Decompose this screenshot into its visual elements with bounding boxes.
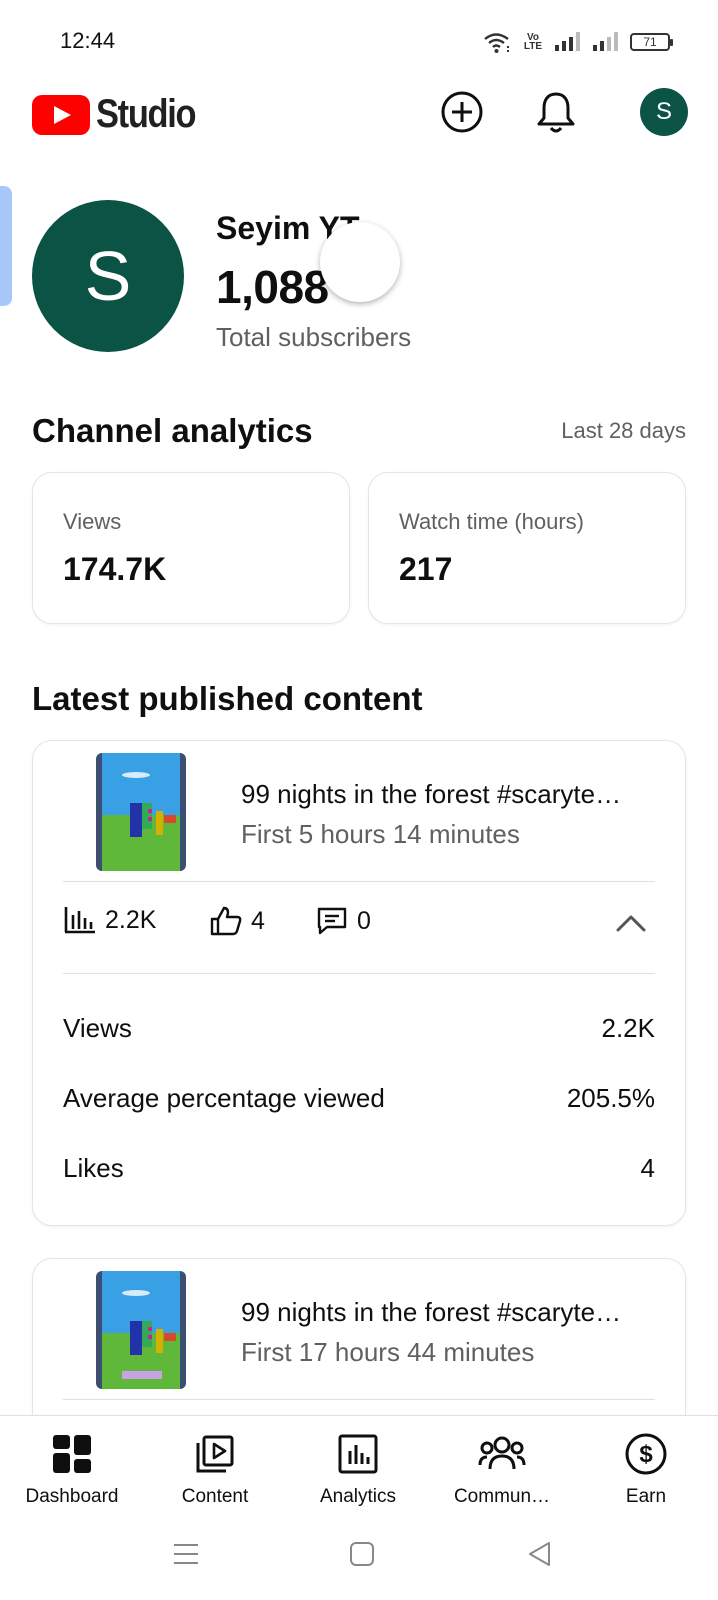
subscriber-count: 1,088 <box>216 261 329 313</box>
detail-value: 205.5% <box>566 1083 655 1113</box>
battery-indicator: 71 <box>630 33 673 51</box>
subscriber-label: Total subscribers <box>216 322 412 352</box>
video-thumbnail[interactable] <box>96 753 186 871</box>
stat-value: 174.7K <box>63 551 167 587</box>
detail-row: Views 2.2K <box>63 1013 655 1044</box>
nav-label: Commun… <box>453 1486 551 1507</box>
divider <box>63 1399 655 1400</box>
chevron-up-icon <box>616 915 646 932</box>
views-count: 2.2K <box>105 905 157 934</box>
bar-chart-icon <box>64 907 95 934</box>
svg-text:$: $ <box>639 1441 653 1468</box>
bell-icon <box>537 92 575 133</box>
comment-icon <box>317 907 347 935</box>
detail-value: 2.2K <box>601 1013 656 1043</box>
views-card[interactable]: Views 174.7K <box>32 472 350 624</box>
nav-content[interactable]: Content <box>145 1430 285 1508</box>
video-title[interactable]: 99 nights in the forest #scaryte… <box>241 779 621 810</box>
nav-label: Earn <box>625 1486 667 1507</box>
nav-label: Analytics <box>319 1486 397 1507</box>
video-thumbnail[interactable] <box>96 1271 186 1389</box>
system-back-button[interactable] <box>526 1540 554 1573</box>
youtube-play-icon <box>32 94 90 135</box>
status-icons: Vo LTE 71 <box>482 30 673 54</box>
logo-text: Studio <box>96 92 197 136</box>
video-period: First 5 hours 14 minutes <box>241 819 520 849</box>
side-edge-tab[interactable] <box>0 186 12 306</box>
nav-label: Dashboard <box>25 1486 119 1507</box>
analytics-icon <box>338 1434 378 1474</box>
studio-logo: Studio <box>32 92 211 137</box>
status-time: 12:44 <box>60 28 116 53</box>
bottom-nav: Dashboard Content Analytics Commun… $ Ea… <box>0 1415 718 1520</box>
system-home-button[interactable] <box>348 1540 376 1573</box>
detail-row: Likes 4 <box>63 1153 655 1184</box>
nav-dashboard[interactable]: Dashboard <box>2 1430 142 1508</box>
app-header: Studio S <box>0 80 718 150</box>
loading-overlay <box>320 222 400 302</box>
nav-community[interactable]: Commun… <box>432 1430 572 1508</box>
nav-earn[interactable]: $ Earn <box>576 1430 716 1508</box>
video-period: First 17 hours 44 minutes <box>241 1337 535 1367</box>
status-bar: 12:44 Vo LTE 71 <box>0 0 718 80</box>
stat-value: 217 <box>399 551 453 587</box>
wifi-icon <box>484 33 509 53</box>
divider <box>63 881 655 882</box>
home-square-icon <box>350 1542 374 1566</box>
dashboard-icon <box>53 1435 91 1473</box>
earn-icon: $ <box>625 1433 667 1475</box>
detail-label: Average percentage viewed <box>63 1083 385 1113</box>
content-card: 99 nights in the forest #scaryte… First … <box>32 740 686 1226</box>
system-menu-button[interactable] <box>172 1540 200 1573</box>
divider <box>63 973 655 974</box>
collapse-button[interactable] <box>615 913 647 938</box>
system-nav-bar <box>0 1520 718 1600</box>
watch-time-card[interactable]: Watch time (hours) 217 <box>368 472 686 624</box>
nav-analytics[interactable]: Analytics <box>288 1430 428 1508</box>
channel-analytics-title: Channel analytics <box>32 412 313 449</box>
channel-avatar: S <box>32 200 184 352</box>
likes-count: 4 <box>251 906 265 935</box>
stat-label: Views <box>63 509 122 534</box>
detail-value: 4 <box>640 1153 655 1183</box>
community-icon <box>478 1436 526 1470</box>
signal-1-icon <box>555 32 580 51</box>
detail-label: Likes <box>63 1153 124 1183</box>
nav-label: Content <box>181 1486 249 1507</box>
back-triangle-icon <box>529 1542 550 1566</box>
signal-2-icon <box>593 32 618 51</box>
notifications-button[interactable] <box>532 88 580 136</box>
plus-circle-icon <box>441 91 483 133</box>
likes-metric: 4 <box>209 905 265 937</box>
detail-row: Average percentage viewed 205.5% <box>63 1083 655 1114</box>
analytics-period[interactable]: Last 28 days <box>561 418 686 444</box>
volte-indicator: Vo LTE <box>523 32 543 52</box>
create-button[interactable] <box>438 88 486 136</box>
thumbs-up-icon <box>210 906 242 936</box>
detail-label: Views <box>63 1013 132 1043</box>
views-metric: 2.2K <box>63 905 156 935</box>
video-title[interactable]: 99 nights in the forest #scaryte… <box>241 1297 621 1328</box>
account-avatar[interactable]: S <box>640 88 688 136</box>
stat-label: Watch time (hours) <box>399 509 585 534</box>
comments-count: 0 <box>357 906 371 935</box>
menu-icon <box>174 1544 198 1564</box>
latest-content-title: Latest published content <box>32 680 423 717</box>
comments-metric: 0 <box>315 905 371 937</box>
content-icon <box>196 1435 234 1473</box>
